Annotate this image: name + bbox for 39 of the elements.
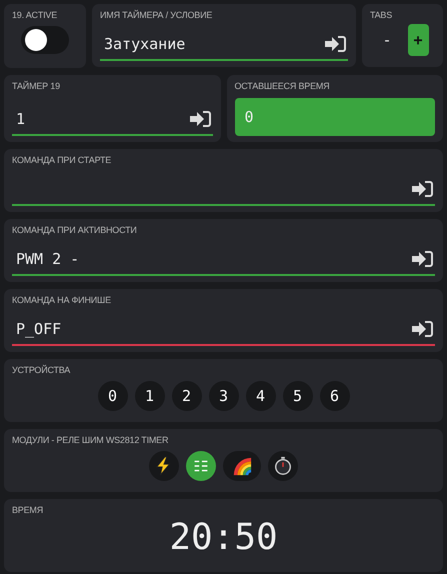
module-button[interactable]	[186, 451, 216, 481]
device-button[interactable]: 1	[134, 381, 164, 411]
enter-icon[interactable]	[411, 250, 433, 268]
stopwatch-icon	[273, 456, 293, 476]
card-label: ВРЕМЯ	[12, 505, 44, 515]
device-button[interactable]: 2	[172, 381, 202, 411]
remaining-time: 0	[234, 98, 435, 136]
card-label: ТАЙМЕР 19	[12, 81, 61, 91]
input-field[interactable]: P_OFF	[12, 318, 435, 346]
minus-button[interactable]: -	[376, 24, 398, 56]
device-button[interactable]: 5	[282, 381, 312, 411]
card-label: КОМАНДА ПРИ СТАРТЕ	[12, 155, 112, 165]
input-field[interactable]: Затухание	[100, 33, 348, 61]
enter-icon[interactable]	[324, 35, 346, 53]
toggle-switch[interactable]	[21, 26, 69, 54]
card-label: ОСТАВШЕЕСЯ ВРЕМЯ	[234, 81, 330, 91]
device-button[interactable]: 6	[320, 381, 350, 411]
device-button[interactable]: 3	[208, 381, 238, 411]
module-button[interactable]	[149, 451, 179, 481]
card-label: КОМАНДА НА ФИНИШЕ	[12, 295, 112, 305]
card-label: 19. ACTIVE	[12, 10, 58, 20]
card-label: МОДУЛИ - РЕЛЕ ШИМ WS2812 TIMER	[12, 435, 170, 445]
enter-icon[interactable]	[411, 320, 433, 338]
card-label: TABS	[370, 10, 394, 20]
module-button[interactable]	[268, 451, 298, 481]
clock-time: 20:50	[168, 517, 279, 558]
plus-button[interactable]: +	[408, 24, 428, 56]
device-button[interactable]: 4	[246, 381, 276, 411]
input-field[interactable]: PWM 2 -	[12, 248, 435, 276]
card-label: ИМЯ ТАЙМЕРА / УСЛОВИЕ	[100, 10, 214, 20]
module-button[interactable]	[223, 451, 261, 481]
enter-icon[interactable]	[411, 180, 433, 198]
enter-icon[interactable]	[188, 110, 210, 128]
input-field[interactable]	[12, 178, 435, 206]
device-button[interactable]: 0	[98, 381, 128, 411]
card-label: УСТРОЙСТВА	[12, 365, 72, 375]
input-field[interactable]: 1	[12, 108, 212, 136]
card-label: КОМАНДА ПРИ АКТИВНОСТИ	[12, 225, 138, 235]
rainbow-icon	[232, 456, 252, 476]
